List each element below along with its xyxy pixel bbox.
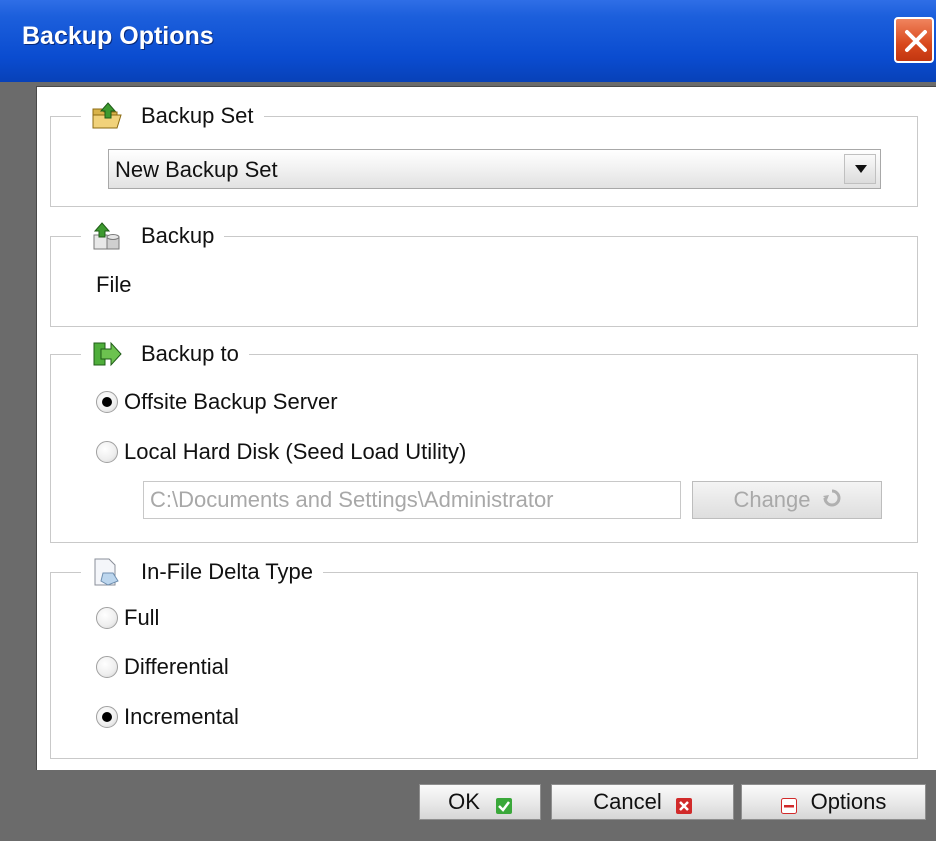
- delta-type-label: In-File Delta Type: [141, 559, 314, 584]
- local-hard-disk-option[interactable]: Local Hard Disk (Seed Load Utility): [96, 439, 466, 465]
- backup-to-legend: Backup to: [81, 337, 249, 371]
- ok-button-label: OK: [448, 789, 480, 814]
- offsite-backup-server-radio[interactable]: [96, 391, 118, 413]
- delta-full-radio[interactable]: [96, 607, 118, 629]
- backup-options-dialog: Backup Options Backup Set New Backup Set…: [0, 0, 936, 841]
- backup-legend: Backup: [81, 219, 225, 253]
- delta-incremental-option[interactable]: Incremental: [96, 704, 239, 730]
- backup-to-label: Backup to: [141, 341, 239, 366]
- refresh-icon: [822, 487, 841, 513]
- delta-full-option[interactable]: Full: [96, 605, 159, 631]
- backup-group: Backup File: [50, 219, 918, 327]
- close-button[interactable]: [894, 17, 934, 63]
- delta-incremental-radio[interactable]: [96, 706, 118, 728]
- green-arrow-icon: [91, 338, 123, 370]
- change-button-label: Change: [733, 487, 811, 512]
- delta-differential-option[interactable]: Differential: [96, 654, 229, 680]
- folder-upload-icon: [91, 100, 123, 132]
- delta-document-icon: [91, 556, 123, 588]
- options-button-label: Options: [810, 789, 887, 814]
- backup-label: Backup: [141, 223, 215, 248]
- delta-differential-label: Differential: [124, 654, 229, 679]
- dialog-content: Backup Set New Backup Set Backup File Ba…: [36, 86, 936, 770]
- local-hard-disk-label: Local Hard Disk (Seed Load Utility): [124, 439, 467, 464]
- ok-button[interactable]: OK: [419, 784, 541, 820]
- backup-to-group: Backup to Offsite Backup Server Local Ha…: [50, 337, 918, 543]
- red-x-icon: [675, 794, 692, 814]
- options-button[interactable]: Options: [741, 784, 926, 820]
- dropdown-arrow-button[interactable]: [844, 154, 876, 184]
- local-path-input[interactable]: [143, 481, 681, 519]
- backup-source-icon: [91, 220, 123, 252]
- backup-set-legend: Backup Set: [81, 99, 264, 133]
- delta-incremental-label: Incremental: [124, 704, 239, 729]
- local-hard-disk-radio[interactable]: [96, 441, 118, 463]
- offsite-backup-server-option[interactable]: Offsite Backup Server: [96, 389, 338, 415]
- backup-set-label: Backup Set: [141, 103, 254, 128]
- title-bar[interactable]: Backup Options: [0, 0, 936, 82]
- backup-source-value: File: [96, 272, 132, 297]
- delta-full-label: Full: [124, 605, 160, 630]
- green-check-icon: [495, 794, 512, 814]
- backup-set-group: Backup Set New Backup Set: [50, 99, 918, 207]
- offsite-backup-server-label: Offsite Backup Server: [124, 389, 338, 414]
- change-button[interactable]: Change: [692, 481, 882, 519]
- delta-type-legend: In-File Delta Type: [81, 555, 324, 589]
- minus-icon: [780, 794, 797, 814]
- backup-set-selected-value: New Backup Set: [115, 157, 278, 182]
- backup-set-dropdown[interactable]: New Backup Set: [108, 149, 881, 189]
- cancel-button[interactable]: Cancel: [551, 784, 734, 820]
- cancel-button-label: Cancel: [593, 789, 662, 814]
- delta-type-group: In-File Delta Type Full Differential Inc…: [50, 555, 918, 759]
- window-title: Backup Options: [22, 22, 214, 50]
- delta-differential-radio[interactable]: [96, 656, 118, 678]
